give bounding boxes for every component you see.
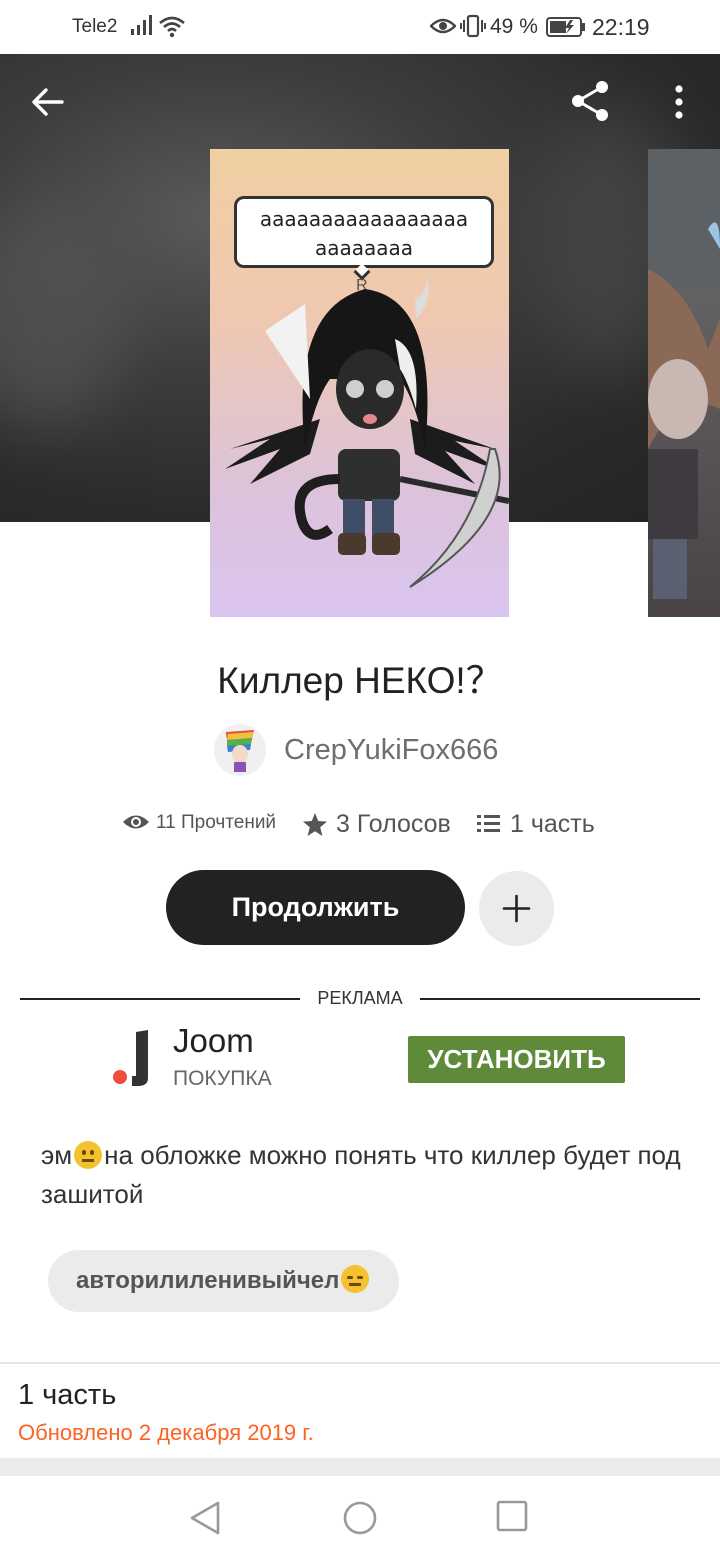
tag-label: авторилиленивыйчел (76, 1267, 340, 1294)
avatar[interactable] (214, 724, 266, 776)
ad-app-category: ПОКУПКА (173, 1067, 272, 1090)
cover-character-illustration (225, 267, 509, 588)
ad-app-name[interactable]: Joom (173, 1022, 254, 1060)
story-title: Киллер НЕКО!？ (217, 660, 503, 701)
arrow-left-icon (32, 88, 64, 116)
description-text: на обложке можно понять что киллер будет… (41, 1140, 681, 1209)
joom-logo-icon[interactable] (112, 1030, 152, 1088)
continue-button[interactable]: Продолжить (166, 870, 465, 945)
description-prefix: эм (41, 1140, 73, 1170)
more-vertical-icon (675, 85, 683, 119)
story-stats: 11 Прочтений 3 Голосов 1 часть (0, 806, 720, 846)
section-gap (0, 1458, 720, 1476)
next-story-cover[interactable] (648, 149, 720, 617)
nav-back-icon[interactable] (188, 1500, 224, 1541)
expressionless-face-emoji-icon (341, 1265, 370, 1293)
list-icon (477, 815, 500, 832)
updated-date: Обновлено 2 декабря 2019 г. (18, 1420, 314, 1445)
signal-icon (130, 14, 154, 41)
wifi-icon (158, 14, 186, 43)
clock: 22:19 (592, 14, 650, 40)
battery-icon (546, 17, 586, 42)
plus-icon (502, 894, 531, 923)
more-options-button[interactable] (664, 80, 694, 124)
ad-divider-left (20, 998, 300, 1000)
back-button[interactable] (26, 80, 70, 124)
share-button[interactable] (568, 78, 614, 124)
tag-chip[interactable]: авторилиленивыйчел (48, 1250, 400, 1312)
eye-comfort-icon (429, 16, 457, 41)
star-icon (303, 813, 327, 836)
neutral-face-emoji-icon (74, 1141, 103, 1169)
install-button[interactable]: УСТАНОВИТЬ (408, 1036, 625, 1083)
author-name[interactable]: CrepYukiFox666 (284, 734, 498, 767)
system-nav-bar (0, 1476, 720, 1560)
votes-count: 3 Голосов (336, 810, 451, 838)
nav-recent-icon[interactable] (496, 1500, 528, 1537)
nav-home-icon[interactable] (342, 1500, 378, 1541)
ad-label: РЕКЛАМА (317, 988, 403, 1008)
status-bar: Tele2 49 % 22:19 (0, 0, 720, 54)
share-icon (572, 81, 608, 121)
battery-percent: 49 % (490, 15, 538, 38)
parts-section-title[interactable]: 1 часть (18, 1379, 116, 1412)
add-to-library-button[interactable] (479, 871, 554, 946)
ad-divider-right (420, 998, 700, 1000)
story-description: эм на обложке можно понять что киллер буд… (41, 1136, 691, 1214)
reads-count: 11 Прочтений (156, 812, 277, 833)
story-cover[interactable]: ааааааааааааааааа аааааааа Я (210, 149, 509, 617)
section-divider (0, 1362, 720, 1364)
carrier-name: Tele2 (72, 16, 118, 37)
vibrate-icon (460, 14, 486, 43)
eye-icon (123, 815, 149, 829)
parts-count: 1 часть (510, 810, 595, 838)
next-cover-illustration (648, 149, 720, 599)
